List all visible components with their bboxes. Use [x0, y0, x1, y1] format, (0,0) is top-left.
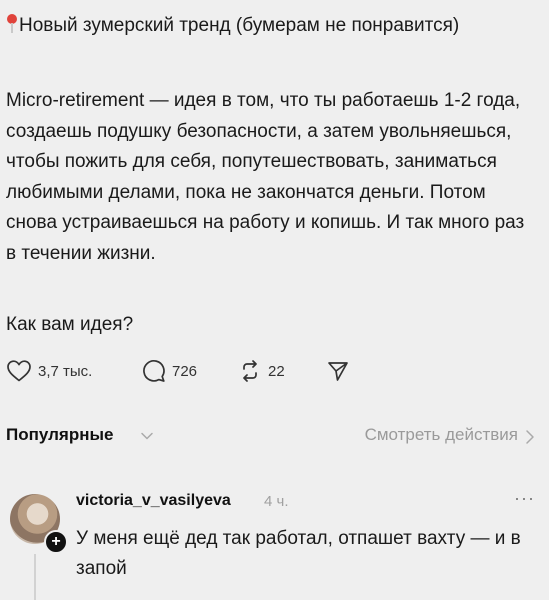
repost-button[interactable]: 22: [238, 358, 285, 384]
post-actions: 3,7 тыс. 726 22: [6, 358, 546, 384]
comments-sort-row: Популярные Смотреть действия: [6, 425, 536, 451]
comment-button[interactable]: 726: [142, 358, 197, 384]
post-question: Как вам идея?: [6, 314, 134, 335]
like-count: 3,7 тыс.: [38, 362, 93, 380]
repost-icon: [243, 360, 257, 382]
post-body: Micro-retirement — идея в том, что ты ра…: [6, 90, 525, 264]
follow-plus-icon[interactable]: +: [44, 530, 68, 554]
post-title: Новый зумерский тренд (бумерам не понрав…: [6, 12, 526, 40]
comment-username[interactable]: victoria_v_vasilyeva: [76, 492, 231, 510]
comment-count: 726: [172, 362, 198, 380]
comment-text: У меня ещё дед так работал, отпашет вахт…: [76, 528, 521, 579]
send-icon: [328, 362, 348, 381]
post-title-text: Новый зумерский тренд (бумерам не понрав…: [19, 15, 460, 36]
comment: + victoria_v_vasilyeva 4 ч. ··· У меня е…: [0, 486, 549, 600]
sort-dropdown-label[interactable]: Популярные: [6, 425, 113, 445]
repost-count: 22: [268, 362, 285, 380]
comment-time: 4 ч.: [264, 493, 289, 510]
comment-bubble-icon: [143, 360, 165, 382]
thread-line: [34, 554, 36, 600]
chevron-right-icon[interactable]: [524, 429, 536, 445]
heart-icon: [7, 360, 31, 382]
round-pushpin-icon: [6, 14, 18, 34]
like-button[interactable]: 3,7 тыс.: [6, 358, 92, 384]
share-button[interactable]: [326, 358, 350, 384]
chevron-down-icon[interactable]: [140, 429, 154, 443]
view-activity-link[interactable]: Смотреть действия: [365, 425, 518, 445]
more-options-icon[interactable]: ···: [514, 488, 535, 509]
